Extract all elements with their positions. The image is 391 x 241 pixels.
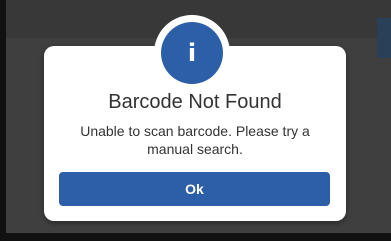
device-frame-bottom [0,233,391,241]
device-frame-edge [0,0,6,241]
info-icon: i [161,22,223,84]
app-screen: i Barcode Not Found Unable to scan barco… [0,0,391,241]
dialog-message: Unable to scan barcode. Please try a man… [80,123,310,157]
info-icon-glyph: i [187,39,197,67]
dialog-title: Barcode Not Found [108,91,282,113]
dimmed-header-accent [377,18,391,58]
ok-button[interactable]: Ok [59,172,330,206]
ok-button-label: Ok [185,181,204,197]
